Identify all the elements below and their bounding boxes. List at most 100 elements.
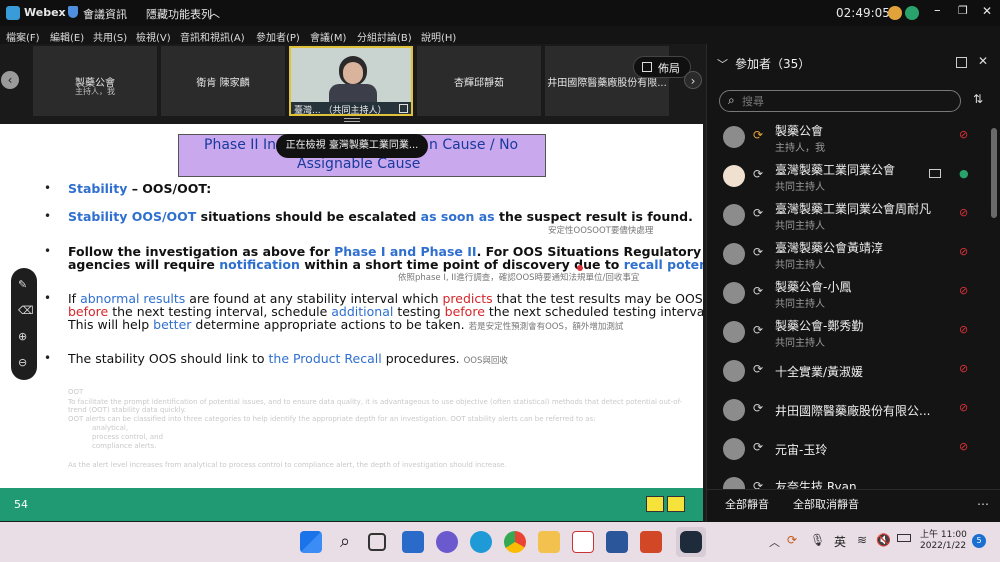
menu-help[interactable]: 說明(H) [421, 29, 456, 44]
unmute-all-button[interactable]: 全部取消靜音 [793, 496, 859, 512]
bullet-5: • [44, 351, 52, 365]
close-panel-icon[interactable]: ✕ [978, 54, 988, 68]
strip-resize-handle[interactable] [344, 118, 360, 122]
participant-row[interactable]: ⟳ 製藥公會 主持人，我 ⊘ [707, 118, 991, 157]
sort-icon[interactable]: ⇅ [973, 92, 983, 106]
eraser-icon[interactable]: ⌫ [18, 304, 34, 317]
video-camera-icon[interactable] [929, 169, 941, 178]
slide-title-part-1: Phase II In [204, 137, 276, 153]
menu-edit[interactable]: 編輯(E) [50, 29, 84, 44]
active-mic-icon[interactable]: ● [959, 167, 975, 183]
back-icon[interactable] [646, 496, 664, 512]
menu-view[interactable]: 檢視(V) [136, 29, 171, 44]
menu-breakout[interactable]: 分組討論(B) [357, 29, 412, 44]
close-icon[interactable]: ✕ [982, 4, 992, 18]
meeting-info-button[interactable]: 會議資訊 [83, 6, 127, 22]
wifi-icon[interactable]: ≋ [857, 533, 867, 547]
faint-text: process control, and [92, 433, 164, 441]
return-icon[interactable] [667, 496, 685, 512]
panel-title: 參加者（35） [735, 57, 811, 71]
muted-mic-icon[interactable]: ⊘ [959, 245, 975, 261]
menu-audio-video[interactable]: 音訊和視訊(A) [180, 29, 245, 44]
pen-icon[interactable]: ✎ [18, 278, 27, 291]
faint-text: To facilitate the prompt identification … [68, 398, 683, 406]
participant-row[interactable]: ⟳ 臺灣製藥工業同業公會 共同主持人 ● [707, 157, 991, 196]
strip-prev-button[interactable]: ‹ [1, 71, 19, 89]
muted-mic-icon[interactable]: ⊘ [959, 401, 975, 417]
muted-mic-icon[interactable]: ⊘ [959, 284, 975, 300]
participants-panel: ﹀ 參加者（35） ✕ ⌕ ⇅ ⟳ 製藥公會 主持人，我 ⊘ ⟳ 臺灣製藥工業同… [706, 44, 1000, 522]
search-box[interactable]: ⌕ [719, 90, 961, 112]
powerpoint-icon[interactable] [640, 531, 662, 553]
ime-indicator[interactable]: 英 [834, 533, 846, 550]
microphone-icon[interactable]: 🎙 [810, 533, 825, 547]
share-icon [399, 104, 408, 113]
file-explorer-icon[interactable] [538, 531, 560, 553]
strip-next-button[interactable]: › [684, 71, 702, 89]
participant-row[interactable]: ⟳ 十全實業/黃淑媛 ⊘ [707, 352, 991, 391]
word-icon[interactable] [606, 531, 628, 553]
clock-time[interactable]: 上午 11:00 [920, 527, 967, 540]
participant-row[interactable]: ⟳ 臺灣製藥工業同業公會周耐凡 共同主持人 ⊘ [707, 196, 991, 235]
tray-app-icon[interactable]: ⟳ [787, 533, 797, 547]
participant-name: 製藥公會-小鳳 [775, 280, 852, 294]
network-icon[interactable] [905, 6, 919, 20]
notification-badge[interactable]: 5 [972, 534, 986, 548]
webex-taskbar-icon[interactable] [680, 531, 702, 553]
popout-icon[interactable] [956, 57, 967, 68]
battery-icon[interactable] [897, 534, 911, 542]
cohost-icon: ⟳ [753, 167, 764, 181]
chevron-up-icon[interactable]: ︿ [208, 4, 220, 21]
hide-menu-button[interactable]: 隱藏功能表列 [146, 6, 212, 22]
search-input[interactable] [742, 93, 942, 109]
zoom-out-icon[interactable]: ⊖ [18, 356, 27, 369]
participant-name: 臺灣製藥公會黃靖淳 [775, 241, 884, 255]
participant-row[interactable]: ⟳ 臺灣製藥公會黃靖淳 共同主持人 ⊘ [707, 235, 991, 274]
clock-date[interactable]: 2022/1/22 [920, 541, 966, 551]
participant-role: 共同主持人 [775, 182, 825, 193]
participant-row[interactable]: ⟳ 友奈生技 Ryan [707, 469, 991, 489]
zoom-in-icon[interactable]: ⊕ [18, 330, 27, 343]
menu-bar: 檔案(F) 編輯(E) 共用(S) 檢視(V) 音訊和視訊(A) 參加者(P) … [0, 26, 1000, 44]
chat-icon[interactable] [436, 531, 458, 553]
windows-start-icon[interactable] [300, 531, 322, 553]
more-options-icon[interactable]: … [977, 494, 989, 508]
menu-meeting[interactable]: 會議(M) [310, 29, 346, 44]
pdf-icon[interactable] [572, 531, 594, 553]
scrollbar-thumb[interactable] [991, 128, 997, 218]
edge-icon[interactable] [470, 531, 492, 553]
participant-row[interactable]: ⟳ 製藥公會-鄭秀勤 共同主持人 ⊘ [707, 313, 991, 352]
widgets-icon[interactable] [402, 531, 424, 553]
cohost-icon: ⟳ [753, 206, 764, 220]
video-tile-active-speaker[interactable]: 臺灣... （共同主持人） [289, 46, 413, 116]
status-icon[interactable] [888, 6, 902, 20]
participant-row[interactable]: ⟳ 井田國際醫藥廠股份有限公... ⊘ [707, 391, 991, 430]
video-tile-host[interactable]: 製藥公會 主持人，我 [33, 46, 157, 116]
muted-mic-icon[interactable]: ⊘ [959, 362, 975, 378]
collapse-chevron-icon[interactable]: ﹀ [717, 56, 728, 72]
host-icon: ⟳ [753, 128, 764, 142]
muted-mic-icon[interactable]: ⊘ [959, 323, 975, 339]
task-view-icon[interactable] [368, 533, 386, 551]
mute-all-button[interactable]: 全部靜音 [725, 496, 769, 512]
video-tile-2[interactable]: 衛肯 陳家麟 [161, 46, 285, 116]
participant-row[interactable]: ⟳ 製藥公會-小鳳 共同主持人 ⊘ [707, 274, 991, 313]
participant-row[interactable]: ⟳ 元宙-玉玲 ⊘ [707, 430, 991, 469]
tray-chevron-icon[interactable]: ︿ [769, 534, 780, 550]
sync-icon: ⟳ [753, 440, 764, 454]
speaker-muted-icon[interactable]: 🔇 [876, 533, 891, 547]
chrome-icon[interactable] [504, 531, 526, 553]
muted-mic-icon[interactable]: ⊘ [959, 206, 975, 222]
muted-mic-icon[interactable]: ⊘ [959, 440, 975, 456]
video-tile-4[interactable]: 杏輝邱靜茹 [417, 46, 541, 116]
minimize-icon[interactable]: – [934, 3, 941, 18]
menu-file[interactable]: 檔案(F) [6, 29, 40, 44]
bullet-1: • [44, 181, 52, 195]
layout-button[interactable]: 佈局 [633, 56, 691, 78]
participant-name: 製藥公會-鄭秀勤 [775, 319, 864, 333]
menu-participants[interactable]: 參加者(P) [256, 29, 300, 44]
search-icon[interactable]: ⌕ [334, 531, 356, 553]
maximize-icon[interactable]: ❐ [958, 4, 968, 17]
menu-share[interactable]: 共用(S) [93, 29, 127, 44]
muted-mic-icon[interactable]: ⊘ [959, 128, 975, 144]
